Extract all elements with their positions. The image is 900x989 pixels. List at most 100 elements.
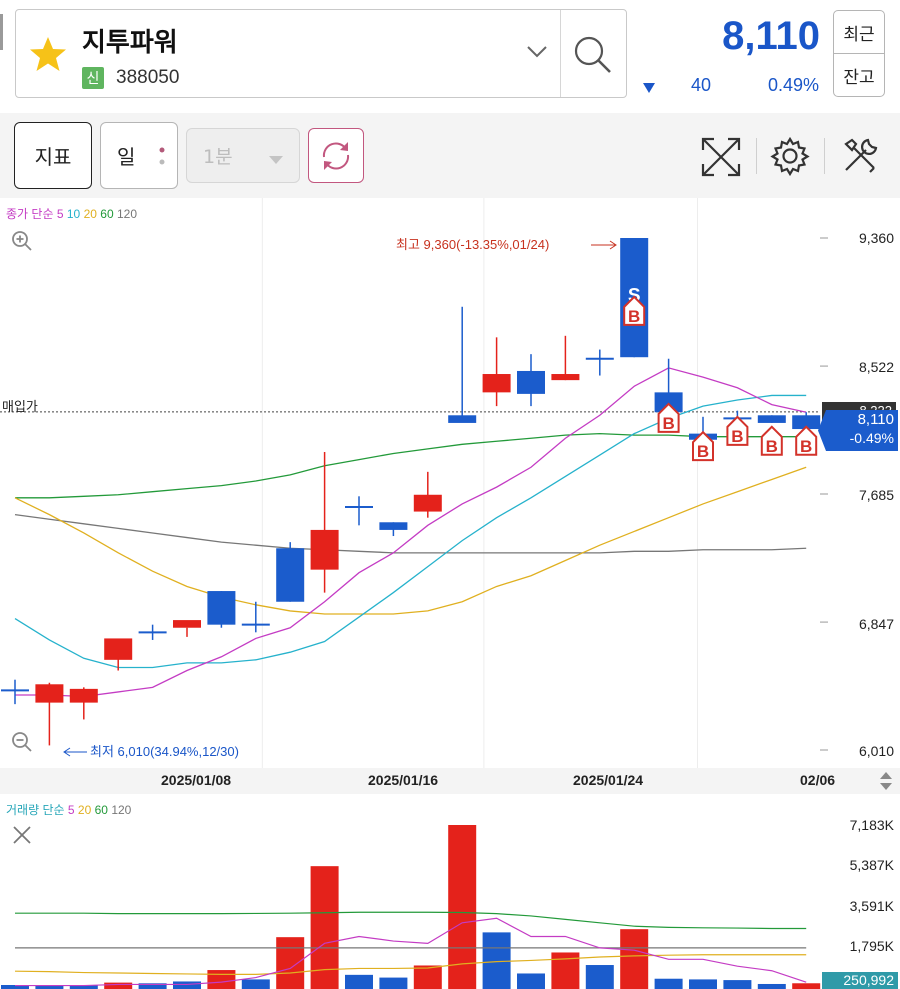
interval-label: 1분 [203,146,233,168]
volume-bar [689,979,717,989]
price-axis-label: 8,522 [858,359,894,375]
volume-axis-label: 7,183K [849,817,894,833]
high-note-arrow [590,236,620,250]
period-more-icon[interactable] [159,146,165,170]
candle-body [276,548,305,602]
ma5-line [15,367,807,698]
candle-body [551,374,580,381]
ma120-line [14,513,807,554]
candle-body [310,529,339,570]
volume-current-tag: 250,992 [822,972,898,989]
toolbar-divider [756,138,757,174]
price-axis-label: 9,360 [858,230,894,246]
candle-body [379,522,408,530]
favorite-star-icon[interactable] [28,34,68,74]
buy-marker-label: B [731,427,743,446]
settings-gear-icon[interactable] [768,134,812,178]
price-change-percent: 0.49% [767,75,819,95]
refresh-icon [322,141,350,170]
balance-button[interactable]: 잔고 [833,53,885,97]
volume-bar [379,977,408,989]
current-price-tag: 8,110 -0.49% [818,410,898,451]
search-icon[interactable] [570,32,616,78]
date-label: 2025/01/08 [161,772,232,788]
x-axis-band [0,768,900,794]
recent-button[interactable]: 최근 [833,10,885,54]
ma60-line [15,432,807,499]
candle-body [173,620,201,628]
toolbar-divider-2 [824,138,825,174]
price-axis-label: 6,010 [858,743,894,759]
volume-bar [517,973,545,989]
current-price-tag-value: 8,110 [857,411,894,428]
volume-axis-label: 3,591K [849,898,894,914]
new-listing-badge: 신 [82,67,104,89]
tools-icon[interactable] [838,134,882,178]
candle-body [69,688,98,703]
date-label: 2025/01/24 [573,772,644,788]
volume-bar [654,978,683,989]
volume-ma5-line [15,917,807,987]
stock-name: 지투파워 [82,28,178,58]
price-axis-label: 7,685 [858,487,894,503]
buy-marker: B [760,425,783,456]
down-triangle-icon [642,79,656,93]
interval-dropdown-icon [268,150,284,164]
chevron-down-icon[interactable] [525,42,549,62]
buy-marker-label: B [662,414,674,433]
header-divider [560,10,561,97]
volume-bar [585,965,614,989]
volume-bar [723,980,752,989]
candle-body [757,415,786,423]
current-price-tag-pct: -0.49% [849,430,894,446]
volume-bar [104,982,133,989]
low-price-note: 최저 6,010(34.94%,12/30) [90,744,239,759]
volume-bar [173,981,201,989]
date-label: 2025/01/16 [368,772,439,788]
edge-marker [0,14,3,50]
buy-price-label: 매입가 [2,400,38,415]
expand-icon[interactable] [698,134,744,180]
volume-chart[interactable] [0,794,900,989]
buy-marker-label: B [766,437,778,456]
buy-marker-label: B [628,307,640,326]
buy-marker: B [795,425,818,456]
candle-body [104,638,133,660]
refresh-button[interactable] [308,128,364,183]
candle-body [517,370,545,394]
price-axis-area [820,198,900,768]
volume-ma60-line [15,911,807,930]
candle-body [448,415,477,423]
volume-bar [345,974,373,989]
stock-code: 388050 [116,67,180,88]
volume-axis-label: 1,795K [849,938,894,954]
buy-marker-label: B [800,437,812,456]
candle-body [35,684,64,703]
volume-bar [792,983,821,989]
high-price-note: 최고 9,360(-13.35%,01/24) [396,237,550,252]
ma20-line [14,466,807,615]
volume-ma20-line [14,954,807,975]
volume-bar [241,979,270,989]
buy-marker-label: B [697,442,709,461]
volume-bar [276,937,305,989]
candle-body [413,494,442,512]
volume-bar [207,970,236,989]
volume-bar [620,929,649,989]
price-change: 40 [690,75,711,95]
volume-bar [757,983,786,989]
indicator-button[interactable]: 지표 [14,122,92,189]
candle-body [482,374,511,393]
price-chart[interactable]: SBBBBBB [0,198,900,768]
low-note-arrow [62,743,88,757]
period-button[interactable]: 일 [100,122,178,189]
candle-body [207,591,236,625]
period-label: 일 [117,145,136,169]
buy-marker: B [726,415,749,446]
volume-bar [413,965,442,989]
price-axis-label: 6,847 [858,616,894,632]
axis-resize-icon[interactable] [878,770,894,792]
date-label: 02/06 [800,772,836,788]
current-price: 8,110 [722,14,820,58]
volume-axis-label: 5,387K [849,857,894,873]
